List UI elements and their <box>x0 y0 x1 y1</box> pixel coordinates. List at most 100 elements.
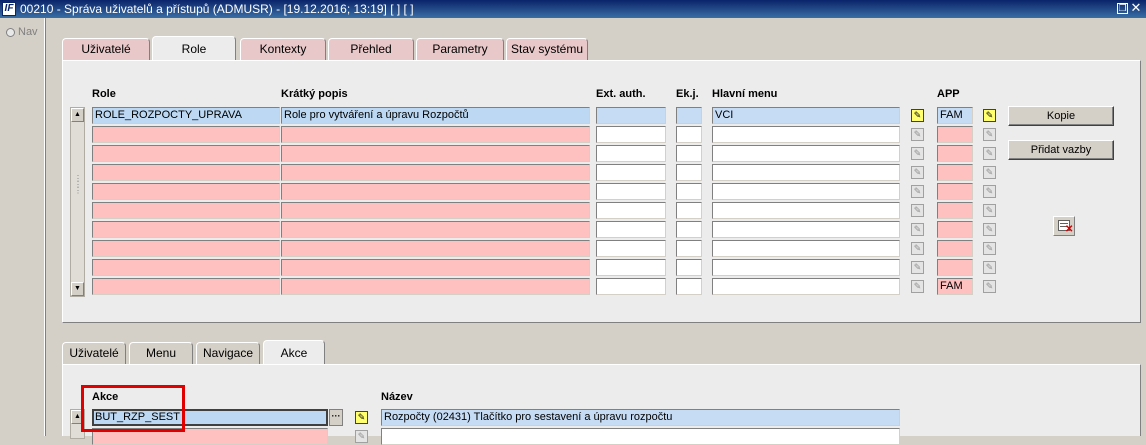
app-field[interactable]: FAM <box>937 278 973 295</box>
tab-detail-actions[interactable]: Akce <box>263 340 325 364</box>
description-field[interactable] <box>281 126 590 143</box>
app-field[interactable] <box>937 221 973 238</box>
scroll-grip[interactable]: ⋮ ⋮ ⋮ <box>74 175 82 195</box>
copy-button[interactable]: Kopie <box>1008 106 1114 126</box>
app-field[interactable] <box>937 145 973 162</box>
action-lov-icon[interactable]: ✎ <box>355 430 368 443</box>
ext-auth-field[interactable] <box>596 259 666 276</box>
app-lov-icon[interactable]: ✎ <box>983 147 996 160</box>
tab-detail-users[interactable]: Uživatelé <box>62 342 126 364</box>
role-field[interactable] <box>92 259 280 276</box>
main-menu-lov-icon[interactable]: ✎ <box>911 261 924 274</box>
main-menu-field[interactable] <box>712 278 900 295</box>
restore-icon[interactable]: ❐ <box>1117 3 1128 14</box>
tab-contexts[interactable]: Kontexty <box>240 38 326 60</box>
main-menu-field[interactable] <box>712 145 900 162</box>
role-field[interactable] <box>92 240 280 257</box>
ext-auth-field[interactable] <box>596 221 666 238</box>
description-field[interactable] <box>281 221 590 238</box>
description-field[interactable] <box>281 278 590 295</box>
ext-auth-field[interactable] <box>596 126 666 143</box>
main-menu-lov-icon[interactable]: ✎ <box>911 204 924 217</box>
main-menu-field[interactable] <box>712 202 900 219</box>
role-field[interactable] <box>92 145 280 162</box>
app-field[interactable] <box>937 126 973 143</box>
description-field[interactable] <box>281 240 590 257</box>
ekj-field[interactable] <box>676 221 702 238</box>
main-menu-lov-icon[interactable]: ✎ <box>911 185 924 198</box>
tab-detail-menu[interactable]: Menu <box>129 342 193 364</box>
app-field[interactable]: FAM <box>937 107 973 124</box>
ekj-field[interactable] <box>676 278 702 295</box>
ext-auth-field[interactable] <box>596 278 666 295</box>
role-field[interactable] <box>92 164 280 181</box>
scroll-up-button[interactable]: ▲ <box>71 108 84 122</box>
action-name-field[interactable]: Rozpočty (02431) Tlačítko pro sestavení … <box>381 409 900 426</box>
app-lov-icon[interactable]: ✎ <box>983 128 996 141</box>
delete-sheet-button[interactable]: ✕ <box>1053 216 1075 236</box>
roles-scrollbar[interactable]: ▲ ⋮ ⋮ ⋮ ▼ <box>70 107 85 297</box>
main-menu-lov-icon[interactable]: ✎ <box>911 147 924 160</box>
ekj-field[interactable] <box>676 259 702 276</box>
app-lov-icon[interactable]: ✎ <box>983 280 996 293</box>
description-field[interactable] <box>281 202 590 219</box>
role-field[interactable] <box>92 126 280 143</box>
ext-auth-field[interactable] <box>596 240 666 257</box>
action-lov-icon[interactable]: ✎ <box>355 411 368 424</box>
ext-auth-field[interactable] <box>596 202 666 219</box>
add-links-button[interactable]: Přidat vazby <box>1008 140 1114 160</box>
tab-parameters[interactable]: Parametry <box>416 38 504 60</box>
main-menu-field[interactable] <box>712 164 900 181</box>
close-icon[interactable]: ✕ <box>1130 1 1142 15</box>
app-field[interactable] <box>937 240 973 257</box>
role-field[interactable] <box>92 202 280 219</box>
description-field[interactable] <box>281 259 590 276</box>
main-menu-field[interactable] <box>712 240 900 257</box>
main-menu-lov-icon[interactable]: ✎ <box>911 128 924 141</box>
tab-overview[interactable]: Přehled <box>328 38 414 60</box>
tab-system-state[interactable]: Stav systému <box>506 38 588 60</box>
tab-role[interactable]: Role <box>152 36 236 60</box>
app-field[interactable] <box>937 259 973 276</box>
ext-auth-field[interactable] <box>596 107 666 124</box>
ekj-field[interactable] <box>676 240 702 257</box>
ekj-field[interactable] <box>676 183 702 200</box>
ekj-field[interactable] <box>676 202 702 219</box>
main-menu-lov-icon[interactable]: ✎ <box>911 223 924 236</box>
main-menu-lov-icon[interactable]: ✎ <box>911 109 924 122</box>
ext-auth-field[interactable] <box>596 145 666 162</box>
app-lov-icon[interactable]: ✎ <box>983 109 996 122</box>
main-menu-field[interactable] <box>712 183 900 200</box>
ext-auth-field[interactable] <box>596 183 666 200</box>
app-field[interactable] <box>937 202 973 219</box>
description-field[interactable]: Role pro vytváření a úpravu Rozpočtů <box>281 107 590 124</box>
main-menu-field[interactable] <box>712 259 900 276</box>
main-menu-lov-icon[interactable]: ✎ <box>911 280 924 293</box>
main-menu-field[interactable] <box>712 221 900 238</box>
ekj-field[interactable] <box>676 107 702 124</box>
main-menu-field[interactable]: VCI <box>712 107 900 124</box>
main-menu-lov-icon[interactable]: ✎ <box>911 242 924 255</box>
scroll-down-button[interactable]: ▼ <box>71 282 84 296</box>
role-field[interactable] <box>92 278 280 295</box>
role-field[interactable] <box>92 221 280 238</box>
description-field[interactable] <box>281 164 590 181</box>
role-field[interactable] <box>92 183 280 200</box>
action-ellipsis-button[interactable]: ··· <box>329 409 343 426</box>
role-field[interactable]: ROLE_ROZPOCTY_UPRAVA <box>92 107 280 124</box>
app-lov-icon[interactable]: ✎ <box>983 166 996 179</box>
ekj-field[interactable] <box>676 145 702 162</box>
main-menu-field[interactable] <box>712 126 900 143</box>
app-lov-icon[interactable]: ✎ <box>983 204 996 217</box>
app-field[interactable] <box>937 164 973 181</box>
ekj-field[interactable] <box>676 164 702 181</box>
nav-radio[interactable] <box>6 28 15 37</box>
ekj-field[interactable] <box>676 126 702 143</box>
tab-users[interactable]: Uživatelé <box>62 38 150 60</box>
action-name-field[interactable] <box>381 428 900 445</box>
ext-auth-field[interactable] <box>596 164 666 181</box>
main-menu-lov-icon[interactable]: ✎ <box>911 166 924 179</box>
app-lov-icon[interactable]: ✎ <box>983 185 996 198</box>
app-lov-icon[interactable]: ✎ <box>983 261 996 274</box>
description-field[interactable] <box>281 145 590 162</box>
